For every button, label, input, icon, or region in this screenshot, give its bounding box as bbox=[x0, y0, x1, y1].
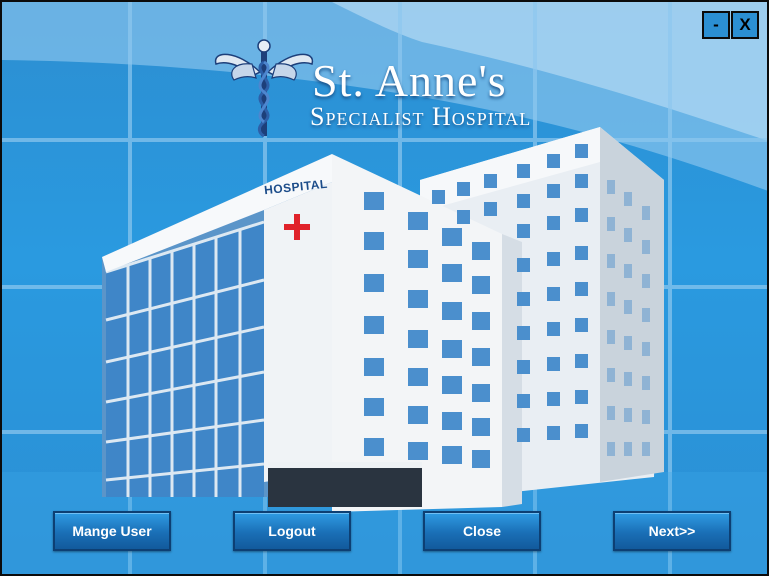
close-button[interactable]: Close bbox=[423, 511, 541, 551]
next-button[interactable]: Next>> bbox=[613, 511, 731, 551]
app-window: - X St. Anne's Specialist Hospital HOSPI… bbox=[0, 0, 769, 576]
logout-button[interactable]: Logout bbox=[233, 511, 351, 551]
hospital-name: St. Anne's bbox=[312, 55, 507, 106]
hospital-subtitle: Specialist Hospital bbox=[310, 102, 532, 131]
manage-user-button[interactable]: Mange User bbox=[53, 511, 171, 551]
close-window-button[interactable]: X bbox=[731, 11, 759, 39]
minimize-button[interactable]: - bbox=[702, 11, 730, 39]
caduceus-icon bbox=[214, 39, 314, 138]
